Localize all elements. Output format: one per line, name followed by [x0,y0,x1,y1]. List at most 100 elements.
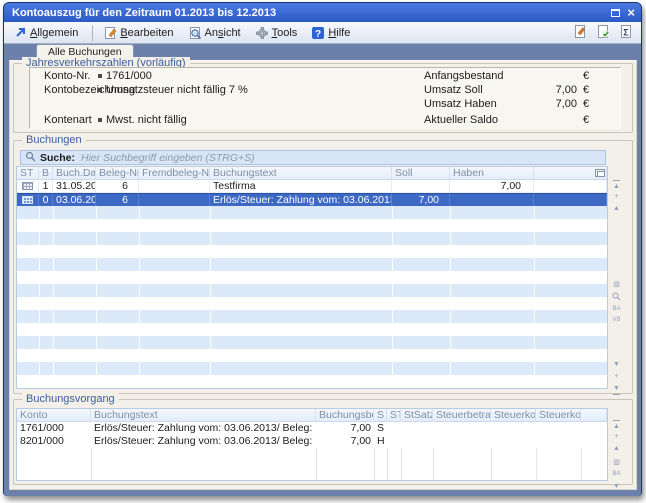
steuerbetrag-cell [433,422,491,435]
col-header-b[interactable]: B [39,167,53,180]
menu-label: Ansicht [205,27,241,39]
report-icon[interactable] [572,24,587,42]
soll-cell [392,180,450,193]
col-header-buchungstext[interactable]: Buchungstext [210,167,392,180]
menu-label: Hilfe [328,27,350,39]
haben-cell: 7,00 [450,180,534,193]
search-input[interactable]: Suche: Hier Suchbegriff eingeben (STRG+S… [20,150,606,165]
split-booking-icon [22,182,33,190]
text-cell: Erlös/Steuer: Zahlung vom: 03.06.2013/ B… [91,422,316,435]
booking-row[interactable]: 1 31.05.2013 6 Testfirma 7,00 [17,180,607,193]
title-bar: Kontoauszug für den Zeitraum 01.2013 bis… [4,3,641,22]
col-header-steuerkonto1[interactable]: Steuerkonto 1 [491,409,536,422]
sum-doc-icon[interactable]: Σ [618,24,633,42]
zoom-row-icon[interactable] [609,292,624,304]
view-magnifier-icon [188,26,202,40]
menu-label: Tools [272,27,298,39]
vb-filter-icon[interactable]: VB [609,316,624,325]
detail-view-icon[interactable]: ▥ [609,458,624,467]
bullet-icon [98,118,102,122]
col-header-soll[interactable]: Soll [392,167,450,180]
col-header-stsatz[interactable]: StSatz [401,409,433,422]
scroll-page-up-icon[interactable]: + [609,432,624,441]
close-button[interactable]: × [627,8,635,18]
col-header-buchungsbetrag[interactable]: Buchungsbetrag [316,409,374,422]
transaction-grid: Konto Buchungstext Buchungsbetrag S ST S… [16,408,608,481]
scroll-down-icon[interactable]: ▼ [609,360,624,369]
st-cell [387,422,401,435]
col-header-steuerbetrag[interactable]: Steuerbetrag [433,409,491,422]
booking-row-selected[interactable]: 0 03.06.2013 6 Erlös/Steuer: Zahlung vom… [17,193,607,206]
menu-label: Allgemein [30,27,78,39]
menu-ansicht[interactable]: Ansicht [186,24,243,42]
menu-tools[interactable]: Tools [253,24,300,42]
betrag-cell: 7,00 [316,435,374,448]
menu-label: Bearbeiten [120,27,173,39]
arrow-ne-icon [14,26,27,39]
transaction-row[interactable]: 8201/000 Erlös/Steuer: Zahlung vom: 03.0… [17,435,607,448]
transaction-row[interactable]: 1761/000 Erlös/Steuer: Zahlung vom: 03.0… [17,422,607,435]
text-cell: Erlös/Steuer: Zahlung vom: 03.06.2013/ B… [91,435,316,448]
transaction-empty-area [17,448,607,480]
col-header-belegnr[interactable]: Beleg-Nr. [96,167,139,180]
col-header-buchdat[interactable]: Buch.Dat. [53,167,96,180]
field-label: Kontenart [44,114,92,126]
search-icon [25,151,36,165]
scroll-first-icon[interactable]: ▲ [609,180,624,191]
gear-icon [255,26,269,40]
groupbox-title: Buchungsvorgang [22,393,119,405]
detail-view-icon[interactable]: ▥ [609,280,624,289]
menu-allgemein[interactable]: Allgemein [12,24,80,42]
fremdbeleg-cell [139,180,210,193]
scroll-page-up-icon[interactable]: + [609,192,624,201]
scroll-up-icon[interactable]: ▲ [609,444,624,453]
menu-bearbeiten[interactable]: Bearbeiten [101,24,175,42]
currency-label: € [583,98,589,110]
transaction-header-row: Konto Buchungstext Buchungsbetrag S ST S… [17,409,607,422]
bookings-nav-strip: ▲ + ▲ ▥ BA VB ▼ + ▼ [609,168,624,388]
filler-cell [581,435,607,448]
scroll-last-icon[interactable]: ▼ [609,384,624,395]
scroll-page-down-icon[interactable]: + [609,372,624,381]
steuerbetrag-cell [433,435,491,448]
empty-rows-area [17,206,607,388]
toolbar: Allgemein Bearbeiten Ansicht Tools [4,22,641,44]
bookings-header-row: ST B Buch.Dat. Beleg-Nr. Fremdbeleg-Nr. … [17,167,607,180]
help-icon: ? [311,26,325,40]
ba-filter-icon[interactable]: BA [609,470,624,479]
scroll-first-icon[interactable]: ▲ [609,420,624,431]
col-header-konto[interactable]: Konto [17,409,91,422]
col-header-haben[interactable]: Haben [450,167,534,180]
text-cell: Testfirma [210,180,392,193]
betrag-cell: 7,00 [316,422,374,435]
col-header-fremdbelegnr[interactable]: Fremdbeleg-Nr. [139,167,210,180]
scroll-up-icon[interactable]: ▲ [609,204,624,213]
col-header-steuerkonto2[interactable]: Steuerkonto 2 [536,409,581,422]
search-label: Suche: [40,152,75,164]
col-header-buchungstext[interactable]: Buchungstext [91,409,316,422]
col-header-st[interactable]: ST [17,167,39,180]
col-header-s[interactable]: S [374,409,387,422]
toolbar-separator [92,25,93,41]
ba-filter-icon[interactable]: BA [609,305,624,314]
scroll-down-icon[interactable]: ▼ [609,482,624,491]
konto-cell: 1761/000 [17,422,91,435]
col-header-filler [581,409,607,422]
menu-hilfe[interactable]: ? Hilfe [309,24,352,42]
edit-doc-icon [103,26,117,40]
search-placeholder: Hier Suchbegriff eingeben (STRG+S) [81,152,255,164]
s-cell: H [374,435,387,448]
restore-icon [611,9,620,17]
bookings-grid: ST B Buch.Dat. Beleg-Nr. Fremdbeleg-Nr. … [16,166,608,389]
check-doc-icon[interactable] [595,24,610,42]
field-label: Umsatz Haben [424,98,497,110]
bullet-icon [98,88,102,92]
svg-text:?: ? [315,29,321,40]
column-chooser-icon[interactable] [595,169,605,177]
field-value: Umsatzsteuer nicht fällig 7 % [106,84,248,96]
field-label: Aktueller Saldo [424,114,498,126]
currency-label: € [583,84,589,96]
steuerkonto2-cell [536,435,581,448]
maximize-button[interactable] [611,9,620,17]
col-header-st[interactable]: ST [387,409,401,422]
